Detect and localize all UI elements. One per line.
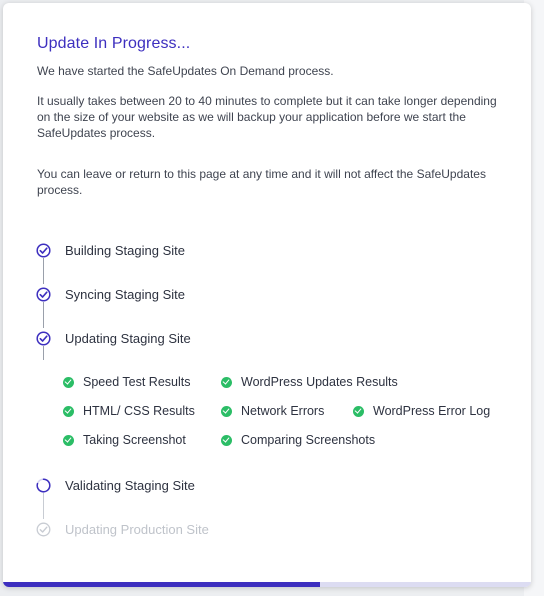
check-circle-icon	[63, 434, 74, 446]
progress-bar	[3, 582, 531, 587]
substep-label: Speed Test Results	[83, 375, 191, 389]
progress-bar-fill	[3, 582, 320, 587]
step-label: Syncing Staging Site	[65, 286, 185, 302]
update-progress-modal: Update In Progress... We have started th…	[3, 3, 531, 587]
leave-note: You can leave or return to this page at …	[37, 167, 486, 197]
substep-speed-test: Speed Test Results	[63, 373, 190, 391]
substep-label: WordPress Updates Results	[241, 375, 398, 389]
spinner-icon	[36, 477, 51, 493]
step-label: Validating Staging Site	[65, 477, 195, 493]
substep-comparing-screenshots: Comparing Screenshots	[221, 431, 375, 449]
substep-wordpress-error-log: WordPress Error Log	[353, 402, 490, 420]
check-circle-icon	[36, 286, 51, 302]
check-circle-icon	[36, 522, 51, 536]
check-circle-icon	[36, 242, 51, 258]
step-syncing-staging-site: Syncing Staging Site	[36, 284, 185, 304]
step-updating-staging-site: Updating Staging Site	[36, 328, 191, 348]
step-label: Building Staging Site	[65, 242, 185, 258]
check-circle-icon	[221, 405, 232, 417]
substep-taking-screenshot: Taking Screenshot	[63, 431, 186, 449]
check-circle-icon	[63, 376, 74, 388]
step-label: Updating Staging Site	[65, 330, 191, 346]
duration-note: It usually takes between 20 to 40 minute…	[37, 94, 497, 140]
check-circle-icon	[221, 434, 232, 446]
step-label: Updating Production Site	[65, 521, 209, 537]
step-connector	[43, 258, 44, 284]
step-connector	[43, 346, 44, 360]
check-circle-icon	[63, 405, 74, 417]
step-updating-production-site: Updating Production Site	[36, 519, 209, 539]
check-circle-icon	[36, 330, 51, 346]
step-connector	[43, 493, 44, 519]
substep-label: Network Errors	[241, 404, 325, 418]
substep-wordpress-updates: WordPress Updates Results	[221, 373, 398, 391]
check-circle-icon	[221, 376, 232, 388]
step-validating-staging-site: Validating Staging Site	[36, 475, 195, 495]
substep-html-css: HTML/ CSS Results	[63, 402, 195, 420]
step-building-staging-site: Building Staging Site	[36, 240, 185, 260]
substep-label: Comparing Screenshots	[241, 433, 376, 447]
intro-text: We have started the SafeUpdates On Deman…	[37, 64, 334, 78]
substep-label: WordPress Error Log	[373, 404, 491, 418]
step-connector	[43, 302, 44, 328]
substep-label: HTML/ CSS Results	[83, 404, 195, 418]
substep-network-errors: Network Errors	[221, 402, 324, 420]
substep-label: Taking Screenshot	[83, 433, 186, 447]
check-circle-icon	[353, 405, 364, 417]
modal-title: Update In Progress...	[37, 35, 191, 52]
